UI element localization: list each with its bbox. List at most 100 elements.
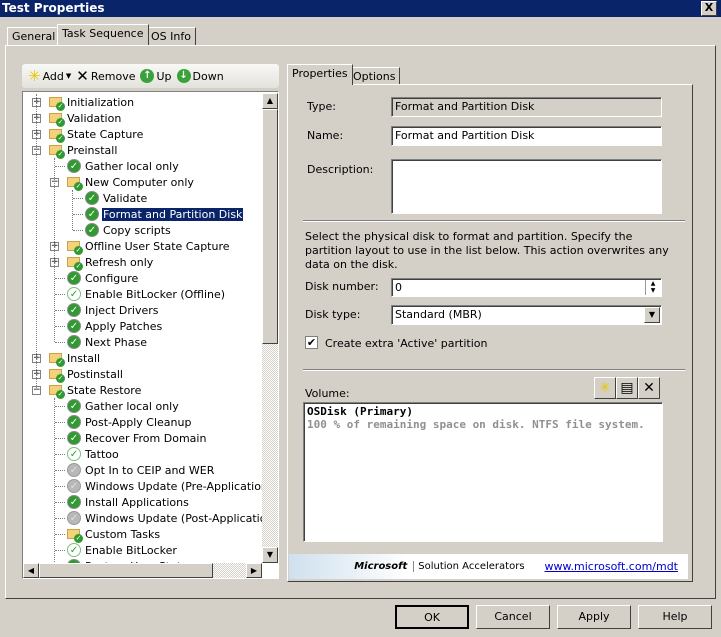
disk-type-select[interactable]: Standard (MBR) ▼ <box>391 305 662 325</box>
tree-item[interactable]: ✓ Initialization <box>48 94 135 111</box>
tab-task-sequence[interactable]: Task Sequence <box>57 24 149 45</box>
new-volume-button[interactable]: ✳ <box>594 377 616 399</box>
tree-horizontal-scrollbar[interactable]: ◀ ▶ <box>23 563 262 578</box>
tree-item-label: Custom Tasks <box>85 527 161 541</box>
tab-os-info[interactable]: OS Info <box>146 27 196 45</box>
tree-vertical-scrollbar[interactable]: ▲ ▼ <box>262 93 278 563</box>
disabled-check-icon: ✓ <box>66 478 82 494</box>
scroll-up-icon[interactable]: ▲ <box>262 93 278 109</box>
tree-item[interactable]: ✓ Tattoo <box>66 446 120 462</box>
help-button[interactable]: Help <box>638 605 712 629</box>
tree-item[interactable]: ✓ Format and Partition Disk <box>84 206 244 222</box>
down-button[interactable]: ↓ Down <box>176 69 224 83</box>
tree-item[interactable]: ✓ Gather local only <box>66 398 180 414</box>
folder-check-icon: ✓ <box>48 110 65 127</box>
tree-item[interactable]: ✓ Recover From Domain <box>66 430 207 446</box>
tree-item-label: Preinstall <box>67 143 118 157</box>
tree-item-label: Validate <box>103 191 148 205</box>
disk-number-input[interactable]: 0 ▲ ▼ <box>391 278 662 297</box>
apply-button[interactable]: Apply <box>557 605 631 629</box>
tree-item[interactable]: ✓ Windows Update (Pre-Application Inst <box>66 478 278 494</box>
tree-item[interactable]: ✓ Inject Drivers <box>66 302 159 318</box>
chevron-down-icon[interactable]: ▼ <box>644 307 660 323</box>
tree-item[interactable]: ✓ Copy scripts <box>84 222 172 238</box>
extra-active-checkbox[interactable]: ✔ <box>305 336 318 349</box>
up-button[interactable]: ↑ Up <box>140 69 172 83</box>
scroll-right-icon[interactable]: ▶ <box>246 563 262 578</box>
tree-item[interactable]: ✓ Opt In to CEIP and WER <box>66 462 215 478</box>
folder-check-icon: ✓ <box>48 382 65 399</box>
spinner-icon[interactable]: ▲ ▼ <box>645 280 660 295</box>
tree-item-label: Gather local only <box>85 399 179 413</box>
tree-item[interactable]: ✓ Gather local only <box>66 158 180 174</box>
tree-item-label: Apply Patches <box>85 319 163 333</box>
cancel-button[interactable]: Cancel <box>476 605 550 629</box>
tree-item[interactable]: ✓ Configure <box>66 270 139 286</box>
tree-item[interactable]: ✓ Refresh only <box>66 254 154 271</box>
tree-item[interactable]: ✓ Next Phase <box>66 334 148 350</box>
add-star-icon: ✳ <box>28 67 41 85</box>
tree-connector <box>73 198 83 199</box>
remove-button[interactable]: ✕ Remove <box>76 67 135 85</box>
tree-item[interactable]: ✓ State Capture <box>48 126 144 143</box>
green-check-icon: ✓ <box>66 302 82 318</box>
tree-item[interactable]: ✓ Postinstall <box>48 366 124 383</box>
tree-item[interactable]: ✓ Custom Tasks <box>66 526 161 543</box>
tree-item[interactable]: ✓ Windows Update (Post-Application Ins <box>66 510 279 526</box>
tree-item[interactable]: ✓ Install Applications <box>66 494 190 510</box>
scroll-thumb-horizontal[interactable] <box>39 563 213 578</box>
window-title: Test Properties <box>2 1 105 15</box>
tree-item-label: Validation <box>67 111 122 125</box>
tree-item[interactable]: ✓ Apply Patches <box>66 318 163 334</box>
delete-volume-button[interactable]: ✕ <box>638 377 660 399</box>
tree-item-label: Next Phase <box>85 335 147 349</box>
tree-item[interactable]: ✓ Install <box>48 350 101 367</box>
tree-item[interactable]: ✓ Enable BitLocker <box>66 542 178 558</box>
mdt-link[interactable]: www.microsoft.com/mdt <box>545 560 678 573</box>
ok-button[interactable]: OK <box>395 605 469 629</box>
tab-options[interactable]: Options <box>348 67 401 85</box>
banner-product: Solution Accelerators <box>413 561 525 572</box>
microsoft-logo: Microsoft <box>354 561 408 572</box>
tree-item[interactable]: ✓ Post-Apply Cleanup <box>66 414 192 430</box>
volume-label: Volume: <box>305 387 350 400</box>
name-input[interactable]: Format and Partition Disk <box>391 126 662 146</box>
scroll-left-icon[interactable]: ◀ <box>23 563 39 578</box>
green-check-icon: ✓ <box>84 206 100 222</box>
green-check-icon: ✓ <box>84 190 100 206</box>
tree-item[interactable]: ✓ Offline User State Capture <box>66 238 231 255</box>
edit-volume-button[interactable]: ▤ <box>616 377 638 399</box>
tree-connector <box>55 278 65 279</box>
description-input[interactable] <box>391 159 662 214</box>
tree-item[interactable]: ✓ Enable BitLocker (Offline) <box>66 286 226 302</box>
tree-item[interactable]: ✓ Validation <box>48 110 122 127</box>
tree-item[interactable]: ✓ New Computer only <box>66 174 195 191</box>
tree-item-label: Windows Update (Post-Application Ins <box>85 511 279 525</box>
add-button[interactable]: ✳ Add ▼ <box>28 67 71 85</box>
tree-connector <box>55 342 65 343</box>
tree-item[interactable]: ✓ Preinstall <box>48 142 118 159</box>
tree-item-label: Enable BitLocker <box>85 543 177 557</box>
volume-item[interactable]: OSDisk (Primary) 100 % of remaining spac… <box>307 405 659 431</box>
volume-list[interactable]: OSDisk (Primary) 100 % of remaining spac… <box>303 402 663 542</box>
tab-properties[interactable]: Properties <box>287 64 353 85</box>
tree-connector <box>55 438 65 439</box>
arrow-up-icon: ↑ <box>140 69 155 83</box>
folder-check-icon: ✓ <box>48 94 65 111</box>
x-icon: ✕ <box>76 67 89 85</box>
green-check-icon: ✓ <box>66 158 82 174</box>
scroll-down-icon[interactable]: ▼ <box>262 547 278 563</box>
close-button[interactable]: X <box>701 1 717 16</box>
tree-connector <box>54 158 55 342</box>
tree-item[interactable]: ✓ Validate <box>84 190 148 206</box>
tree-connector <box>54 398 55 574</box>
tab-general[interactable]: General <box>7 27 61 45</box>
task-sequence-tree[interactable]: + ✓ Initialization + ✓ Validation + ✓ State Capt… <box>22 91 279 579</box>
tree-item-label: Install Applications <box>85 495 189 509</box>
folder-check-icon: ✓ <box>66 174 83 191</box>
tree-item[interactable]: ✓ State Restore <box>48 382 142 399</box>
scroll-thumb[interactable] <box>262 109 278 344</box>
tree-item-label: Install <box>67 351 101 365</box>
disk-type-label: Disk type: <box>305 308 361 321</box>
tree-item-label: Postinstall <box>67 367 123 381</box>
